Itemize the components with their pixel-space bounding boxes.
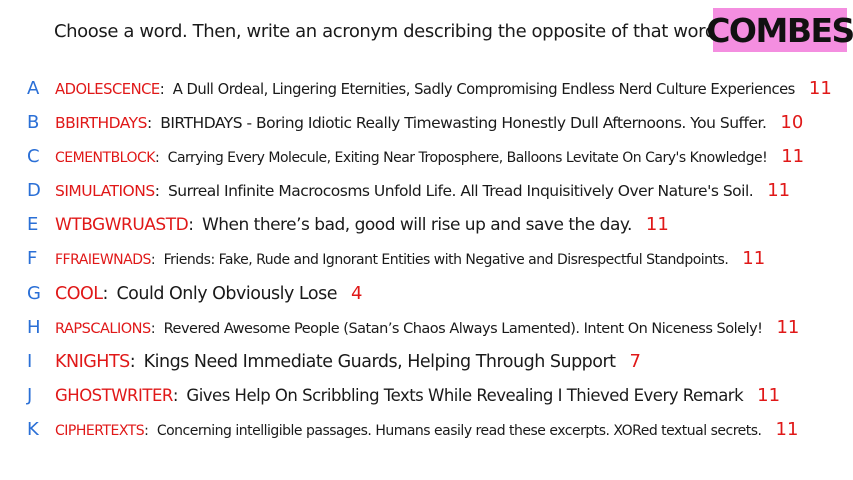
row-count: 11	[775, 418, 799, 440]
row-word: CIPHERTEXTS	[55, 422, 145, 439]
row-count: 11	[808, 77, 832, 99]
row-count: 4	[350, 282, 363, 304]
row-count: 7	[629, 350, 641, 372]
row-word: BBIRTHDAYS	[55, 113, 147, 132]
row-phrase: Could Only Obviously Lose	[116, 283, 337, 304]
row-phrase: Concerning intelligible passages. Humans…	[156, 422, 762, 439]
row-letter: A	[27, 77, 40, 99]
row-count: 11	[742, 247, 766, 269]
row-count: 11	[776, 316, 800, 338]
combes-badge: COMBES	[706, 8, 853, 52]
row-phrase: Kings Need Immediate Guards, Helping Thr…	[143, 351, 616, 372]
row-count: 11	[781, 145, 805, 167]
row-word: RAPSCALIONS	[55, 320, 151, 337]
row-letter: B	[27, 111, 40, 133]
row-word: KNIGHTS	[55, 351, 130, 372]
row-word: COOL	[55, 283, 103, 304]
row-letter: C	[27, 145, 40, 167]
row-word: ADOLESCENCE	[55, 80, 160, 98]
row-word: GHOSTWRITER	[55, 385, 173, 405]
row-count: 10	[780, 111, 804, 133]
row-letter: J	[27, 384, 33, 406]
row-phrase: When there’s bad, good will rise up and …	[201, 214, 632, 235]
row-count: 11	[767, 179, 791, 201]
row-phrase: BIRTHDAYS - Boring Idiotic Really Timewa…	[160, 113, 767, 132]
prompt-text: Choose a word. Then, write an acronym de…	[54, 21, 723, 42]
row-phrase: A Dull Ordeal, Lingering Eternities, Sad…	[172, 80, 796, 98]
row-count: 11	[645, 213, 669, 235]
row-letter: E	[27, 213, 39, 235]
row-phrase: Friends: Fake, Rude and Ignorant Entitie…	[163, 251, 729, 268]
row-word: CEMENTBLOCK	[55, 149, 155, 166]
row-phrase: Revered Awesome People (Satan’s Chaos Al…	[163, 320, 763, 337]
row-word: FFRAIEWNADS	[55, 251, 151, 268]
row-letter: K	[27, 418, 39, 440]
row-letter: I	[27, 350, 33, 372]
row-letter: F	[27, 247, 38, 269]
row-letter: G	[27, 282, 41, 304]
row-letter: D	[27, 179, 41, 201]
row-phrase: Carrying Every Molecule, Exiting Near Tr…	[167, 149, 768, 166]
row-phrase: Gives Help On Scribbling Texts While Rev…	[186, 385, 744, 405]
row-letter: H	[27, 316, 41, 338]
row-word: WTBGWRUASTD	[55, 214, 189, 235]
row-count: 11	[757, 384, 781, 406]
row-phrase: Surreal Infinite Macrocosms Unfold Life.…	[167, 181, 754, 200]
row-word: SIMULATIONS	[55, 181, 155, 200]
